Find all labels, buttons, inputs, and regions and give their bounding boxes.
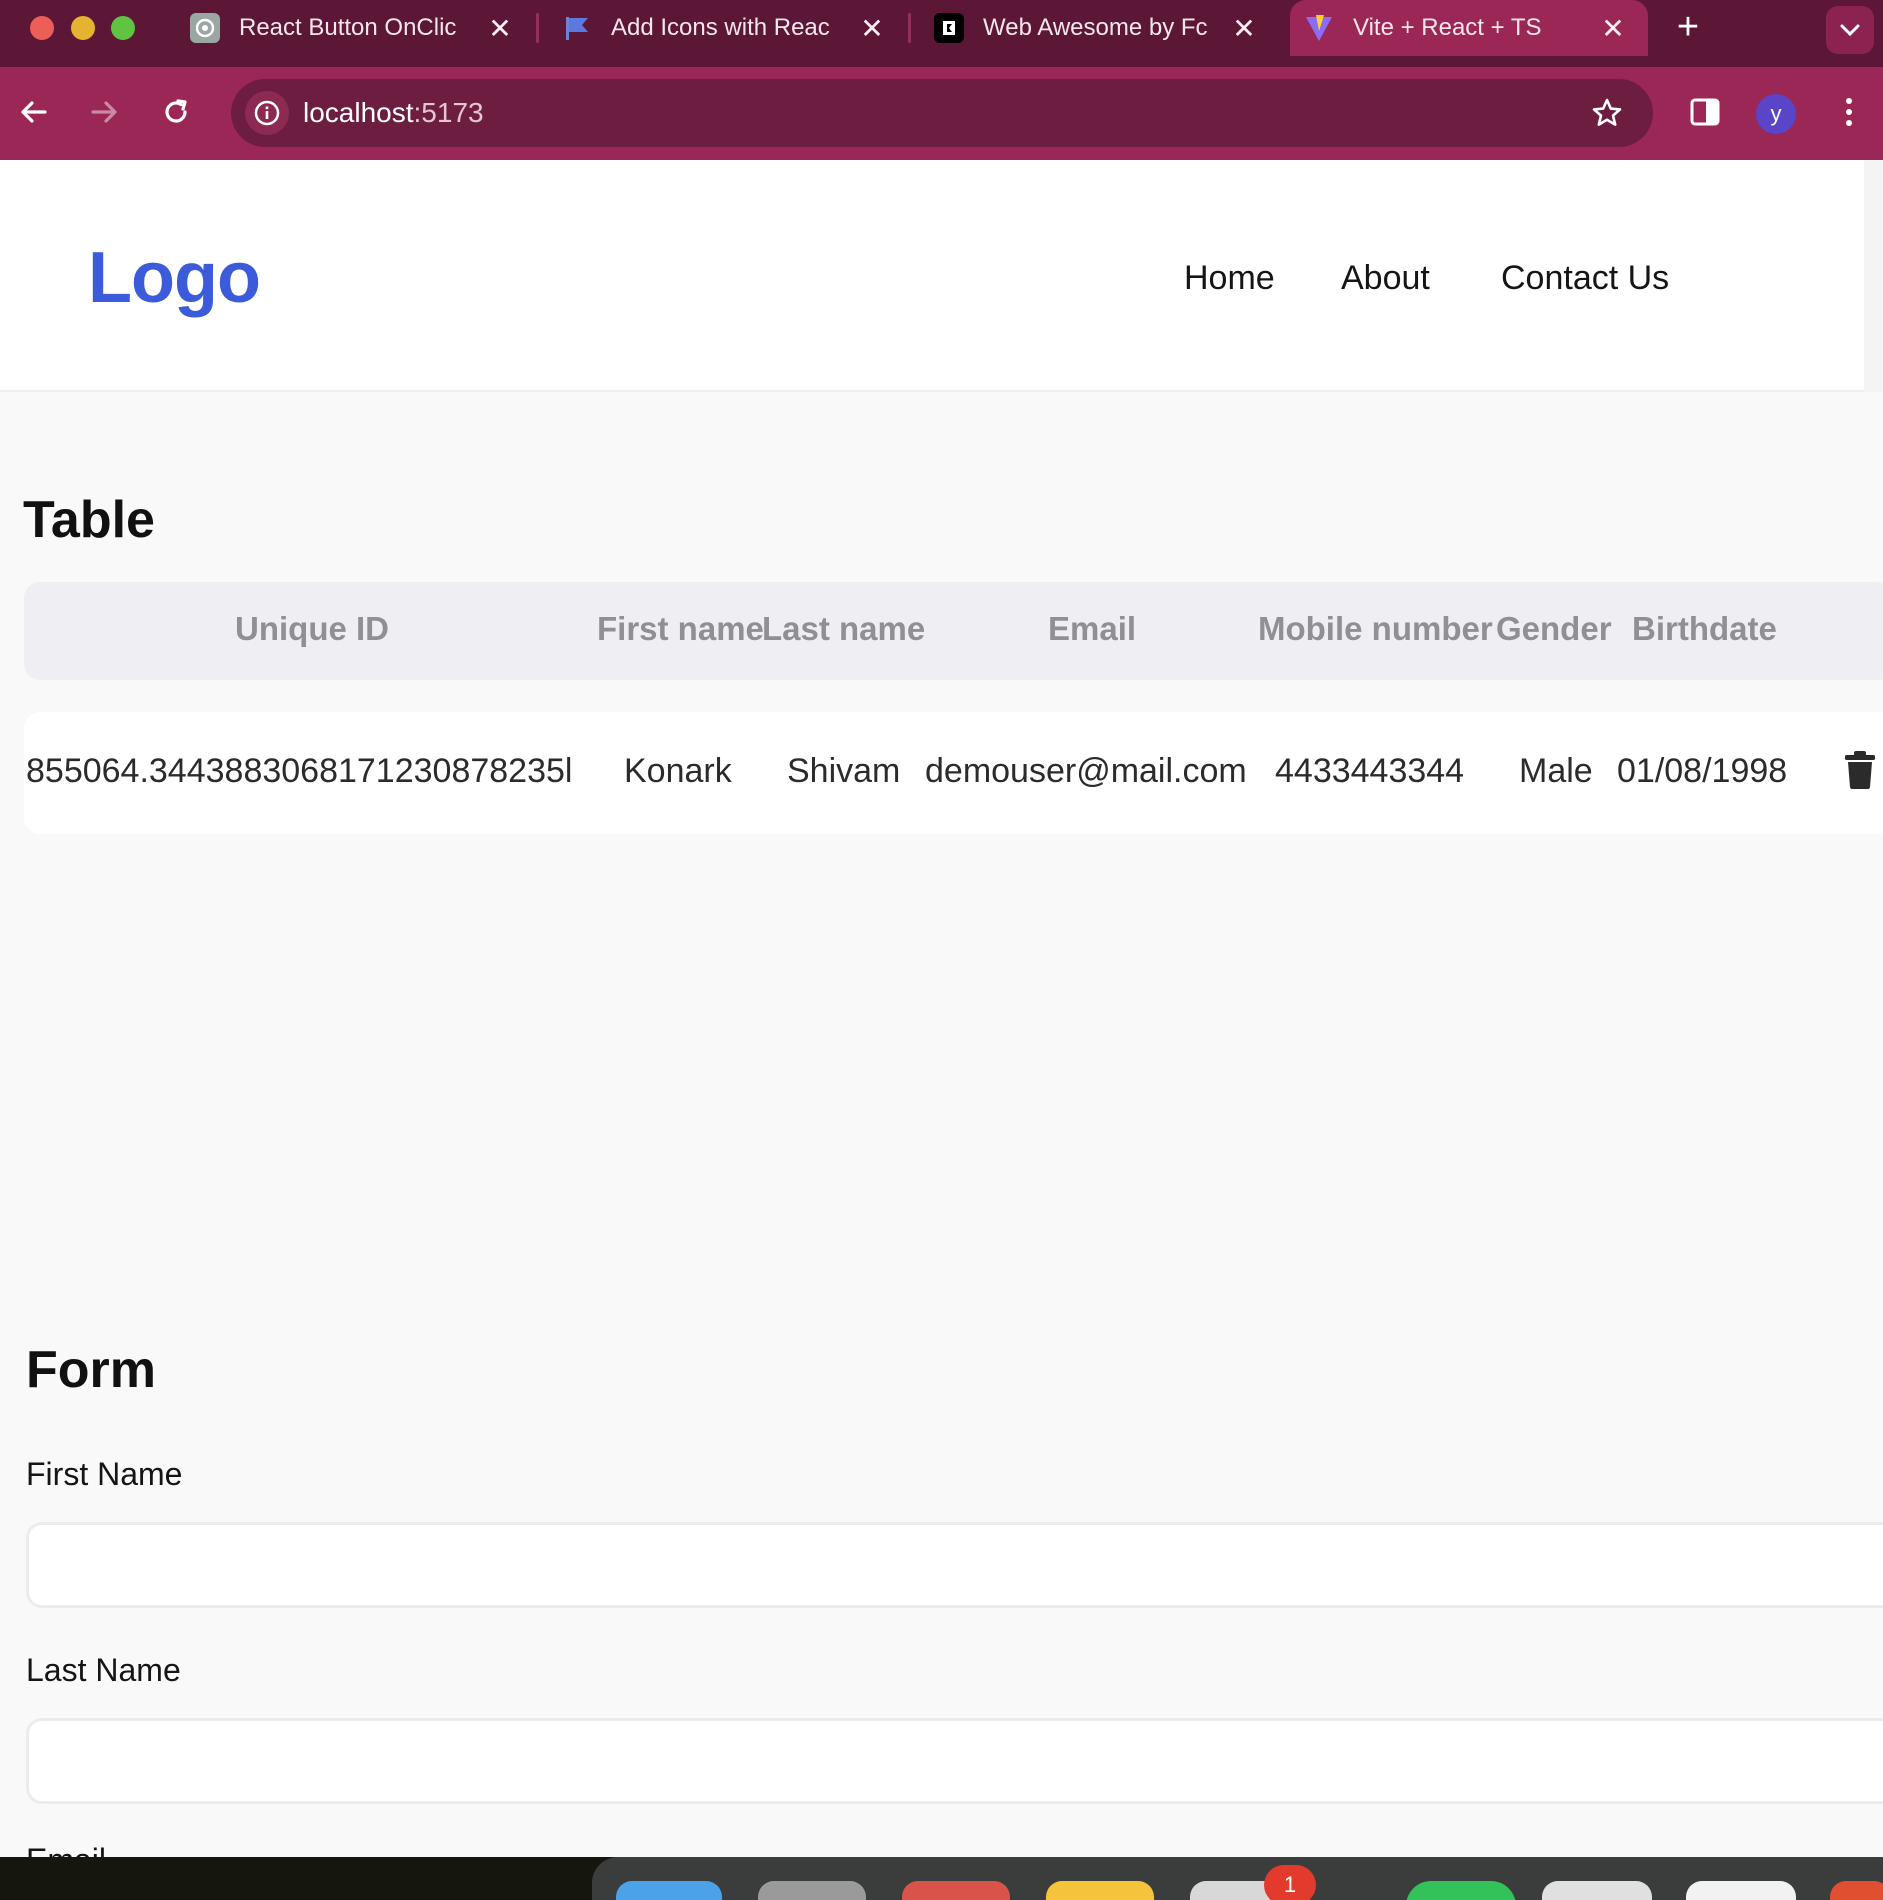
- tab-close-icon[interactable]: ✕: [485, 13, 515, 44]
- finder-icon[interactable]: [616, 1881, 722, 1900]
- last-name-label: Last Name: [26, 1652, 181, 1688]
- email-label: Email: [26, 1842, 106, 1857]
- nav-link-home[interactable]: Home: [1184, 259, 1275, 298]
- reload-icon: [165, 99, 187, 123]
- launchpad-icon[interactable]: [758, 1881, 866, 1900]
- bookmark-star-icon[interactable]: [1585, 91, 1629, 135]
- notification-badge: 1: [1264, 1865, 1316, 1900]
- browser-tab[interactable]: Add Icons with Reac ✕: [562, 0, 887, 56]
- table-row: 855064.3443883068171230878235l Konark Sh…: [24, 712, 1883, 834]
- scroll-gutter: [1864, 160, 1883, 392]
- table-header: Unique ID First name Last name Email Mob…: [24, 582, 1883, 680]
- url-port: :5173: [413, 97, 484, 128]
- column-header-mobile: Mobile number: [1258, 610, 1493, 647]
- nav-link-about[interactable]: About: [1341, 259, 1430, 298]
- column-header-gender: Gender: [1496, 610, 1612, 647]
- site-logo[interactable]: Logo: [88, 237, 261, 319]
- first-name-label: First Name: [26, 1456, 183, 1492]
- url-host: localhost: [303, 97, 414, 128]
- site-info-icon[interactable]: [245, 91, 289, 135]
- column-header-first-name: First name: [597, 610, 764, 647]
- tab-close-icon[interactable]: ✕: [1598, 13, 1628, 44]
- page-viewport: Logo Home About Contact Us Table Unique …: [0, 160, 1883, 1857]
- tab-close-icon[interactable]: ✕: [1229, 13, 1259, 44]
- side-panel-button[interactable]: [1680, 87, 1730, 137]
- profile-avatar[interactable]: y: [1756, 94, 1796, 134]
- tab-separator: [908, 13, 911, 43]
- last-name-field[interactable]: [26, 1718, 1883, 1804]
- cell-email: demouser@mail.com: [925, 752, 1247, 790]
- app-store-icon[interactable]: [902, 1881, 1010, 1900]
- chrome-icon[interactable]: [1542, 1881, 1652, 1900]
- dock-app-icon[interactable]: [1830, 1881, 1883, 1900]
- flag-icon: [562, 13, 592, 43]
- chatgpt-icon: [190, 13, 220, 43]
- font-awesome-icon: [934, 13, 964, 43]
- browser-tab-strip: React Button OnClic ✕ Add Icons with Rea…: [0, 0, 1883, 67]
- trash-icon[interactable]: [1844, 750, 1876, 790]
- tab-title: React Button OnClic: [239, 14, 457, 41]
- form-section-title: Form: [26, 1341, 156, 1399]
- forward-button[interactable]: [79, 87, 129, 137]
- table-section-title: Table: [23, 491, 155, 549]
- window-zoom-button[interactable]: [111, 16, 135, 40]
- browser-tab[interactable]: Web Awesome by Fc ✕: [934, 0, 1259, 56]
- browser-tab-active[interactable]: Vite + React + TS ✕: [1290, 0, 1648, 56]
- vite-icon: [1304, 13, 1334, 43]
- cell-birthdate: 01/08/1998: [1617, 752, 1788, 790]
- chevron-down-icon: [1840, 24, 1860, 36]
- macos-dock: 1: [0, 1857, 1883, 1900]
- cell-first-name: Konark: [624, 752, 732, 790]
- cell-gender: Male: [1519, 752, 1593, 790]
- kebab-menu-icon: [1846, 98, 1852, 126]
- column-header-last-name: Last name: [762, 610, 926, 647]
- cell-unique-id: 855064.3443883068171230878235l: [26, 752, 573, 790]
- calendar-icon[interactable]: [1686, 1881, 1796, 1900]
- nav-link-contact[interactable]: Contact Us: [1501, 259, 1669, 298]
- side-panel-icon: [1690, 98, 1720, 126]
- back-button[interactable]: [9, 87, 59, 137]
- cell-mobile: 4433443344: [1275, 752, 1465, 790]
- reload-button[interactable]: [151, 87, 201, 137]
- address-bar[interactable]: localhost:5173: [231, 79, 1653, 147]
- arrow-right-icon: [91, 101, 117, 123]
- tab-title: Web Awesome by Fc: [983, 14, 1208, 41]
- tab-close-icon[interactable]: ✕: [857, 13, 887, 44]
- tab-separator: [536, 13, 539, 43]
- tab-title: Add Icons with Reac: [611, 14, 830, 41]
- tab-search-button[interactable]: [1826, 6, 1874, 54]
- site-navbar: Logo Home About Contact Us: [0, 160, 1864, 392]
- browser-menu-button[interactable]: [1824, 87, 1874, 137]
- arrow-left-icon: [21, 101, 47, 123]
- new-tab-button[interactable]: +: [1670, 8, 1706, 46]
- cell-last-name: Shivam: [787, 752, 901, 790]
- browser-toolbar: localhost:5173 y: [0, 67, 1883, 160]
- first-name-field[interactable]: [26, 1522, 1883, 1608]
- messages-icon[interactable]: [1406, 1881, 1516, 1900]
- notes-icon[interactable]: [1046, 1881, 1154, 1900]
- column-header-email: Email: [1048, 610, 1137, 647]
- window-close-button[interactable]: [30, 16, 54, 40]
- column-header-unique-id: Unique ID: [235, 610, 389, 647]
- browser-tab[interactable]: React Button OnClic ✕: [190, 0, 515, 56]
- tab-title: Vite + React + TS: [1353, 14, 1542, 41]
- column-header-birthdate: Birthdate: [1632, 610, 1777, 647]
- window-minimize-button[interactable]: [71, 16, 95, 40]
- address-url[interactable]: localhost:5173: [303, 97, 484, 129]
